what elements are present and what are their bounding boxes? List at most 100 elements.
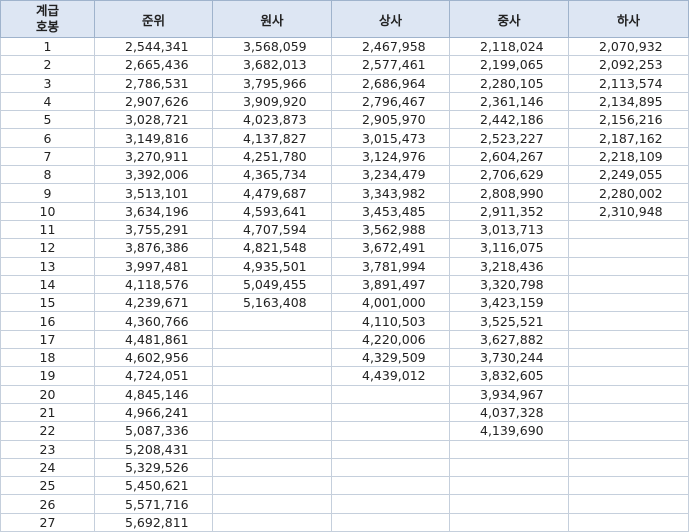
pay-value-cell: 4,137,827 bbox=[212, 128, 332, 148]
pay-value-cell: 2,199,065 bbox=[449, 55, 569, 75]
pay-value-cell: 2,786,531 bbox=[94, 73, 213, 93]
pay-value-cell bbox=[568, 366, 689, 386]
pay-value-cell: 3,627,882 bbox=[449, 329, 569, 350]
pay-value-cell bbox=[449, 494, 569, 514]
pay-value-cell: 3,423,159 bbox=[449, 293, 569, 313]
pay-value-cell: 3,124,976 bbox=[331, 146, 450, 167]
pay-value-cell bbox=[449, 512, 569, 532]
pay-value-cell: 5,049,455 bbox=[212, 274, 332, 295]
pay-value-cell: 2,442,186 bbox=[449, 110, 569, 130]
pay-value-cell: 2,118,024 bbox=[449, 36, 569, 57]
pay-value-cell: 4,707,594 bbox=[212, 219, 332, 240]
pay-value-cell: 2,706,629 bbox=[449, 165, 569, 185]
table-row: 14 4,118,576 5,049,455 3,891,497 3,320,798 bbox=[0, 274, 689, 295]
pay-value-cell: 4,239,671 bbox=[94, 293, 213, 313]
header-row: 계급 호봉 준위 원사 상사 중사 하사 bbox=[0, 0, 689, 38]
pay-value-cell bbox=[331, 421, 450, 441]
pay-value-cell: 3,832,605 bbox=[449, 366, 569, 386]
pay-value-cell: 3,730,244 bbox=[449, 348, 569, 368]
pay-value-cell: 3,672,491 bbox=[331, 238, 450, 258]
pay-value-cell bbox=[568, 476, 689, 496]
column-header-master-sergeant: 상사 bbox=[331, 0, 450, 38]
pay-value-cell: 4,439,012 bbox=[331, 366, 450, 386]
pay-value-cell: 3,634,196 bbox=[94, 201, 213, 221]
pay-value-cell: 5,571,716 bbox=[94, 494, 213, 514]
step-number-cell: 7 bbox=[0, 146, 95, 167]
pay-value-cell: 4,935,501 bbox=[212, 256, 332, 276]
pay-value-cell: 3,513,101 bbox=[94, 183, 213, 203]
table-row: 23 5,208,431 bbox=[0, 439, 689, 459]
table-row: 5 3,028,721 4,023,873 2,905,970 2,442,186 2,1… bbox=[0, 110, 689, 130]
step-number-cell: 14 bbox=[0, 274, 95, 295]
pay-value-cell bbox=[212, 439, 332, 459]
step-number-cell: 19 bbox=[0, 366, 95, 386]
pay-value-cell: 5,329,526 bbox=[94, 457, 213, 478]
table-row: 27 5,692,811 bbox=[0, 512, 689, 532]
pay-value-cell: 5,692,811 bbox=[94, 512, 213, 532]
table-row: 16 4,360,766 4,110,503 3,525,521 bbox=[0, 311, 689, 331]
pay-value-cell: 4,481,861 bbox=[94, 329, 213, 350]
pay-value-cell: 2,280,002 bbox=[568, 183, 689, 203]
pay-value-cell: 2,544,341 bbox=[94, 36, 213, 57]
pay-value-cell: 2,218,109 bbox=[568, 146, 689, 167]
table-row: 8 3,392,006 4,365,734 3,234,479 2,706,629 2,2… bbox=[0, 165, 689, 185]
table-row: 21 4,966,241 4,037,328 bbox=[0, 402, 689, 423]
pay-value-cell bbox=[212, 421, 332, 441]
pay-value-cell: 2,905,970 bbox=[331, 110, 450, 130]
table-row: 12 3,876,386 4,821,548 3,672,491 3,116,075 bbox=[0, 238, 689, 258]
pay-value-cell bbox=[568, 256, 689, 276]
step-number-cell: 13 bbox=[0, 256, 95, 276]
column-header-sergeant-major: 원사 bbox=[212, 0, 332, 38]
step-number-cell: 26 bbox=[0, 494, 95, 514]
pay-value-cell: 5,087,336 bbox=[94, 421, 213, 441]
pay-value-cell: 4,821,548 bbox=[212, 238, 332, 258]
pay-value-cell bbox=[212, 402, 332, 423]
step-number-cell: 23 bbox=[0, 439, 95, 459]
pay-value-cell bbox=[568, 421, 689, 441]
table-row: 3 2,786,531 3,795,966 2,686,964 2,280,105 2,1… bbox=[0, 73, 689, 93]
table-row: 24 5,329,526 bbox=[0, 457, 689, 478]
pay-value-cell: 2,665,436 bbox=[94, 55, 213, 75]
step-number-cell: 18 bbox=[0, 348, 95, 368]
pay-value-cell: 2,808,990 bbox=[449, 183, 569, 203]
pay-value-cell: 3,013,713 bbox=[449, 219, 569, 240]
pay-value-cell bbox=[212, 476, 332, 496]
step-number-cell: 2 bbox=[0, 55, 95, 75]
pay-value-cell: 4,118,576 bbox=[94, 274, 213, 295]
pay-value-cell bbox=[212, 384, 332, 404]
pay-value-cell: 4,593,641 bbox=[212, 201, 332, 221]
step-number-cell: 1 bbox=[0, 36, 95, 57]
pay-table-container: 계급 호봉 준위 원사 상사 중사 하사 1 2,544,341 3,568,059… bbox=[0, 0, 690, 532]
pay-value-cell: 3,934,967 bbox=[449, 384, 569, 404]
pay-value-cell: 4,251,780 bbox=[212, 146, 332, 167]
table-row: 17 4,481,861 4,220,006 3,627,882 bbox=[0, 329, 689, 350]
pay-value-cell: 4,602,956 bbox=[94, 348, 213, 368]
pay-value-cell: 3,781,994 bbox=[331, 256, 450, 276]
table-row: 13 3,997,481 4,935,501 3,781,994 3,218,436 bbox=[0, 256, 689, 276]
pay-value-cell bbox=[331, 402, 450, 423]
pay-value-cell: 2,577,461 bbox=[331, 55, 450, 75]
pay-value-cell: 2,796,467 bbox=[331, 91, 450, 112]
pay-value-cell bbox=[568, 293, 689, 313]
step-number-cell: 16 bbox=[0, 311, 95, 331]
step-number-cell: 6 bbox=[0, 128, 95, 148]
step-number-cell: 12 bbox=[0, 238, 95, 258]
pay-value-cell: 4,110,503 bbox=[331, 311, 450, 331]
column-header-staff-sergeant: 하사 bbox=[568, 0, 689, 38]
table-row: 7 3,270,911 4,251,780 3,124,976 2,604,267 2,2… bbox=[0, 146, 689, 167]
pay-value-cell: 2,523,227 bbox=[449, 128, 569, 148]
pay-value-cell: 3,682,013 bbox=[212, 55, 332, 75]
pay-value-cell bbox=[212, 366, 332, 386]
pay-value-cell: 2,092,253 bbox=[568, 55, 689, 75]
pay-value-cell bbox=[568, 439, 689, 459]
pay-value-cell bbox=[568, 348, 689, 368]
pay-value-cell bbox=[331, 476, 450, 496]
step-number-cell: 25 bbox=[0, 476, 95, 496]
pay-value-cell: 3,562,988 bbox=[331, 219, 450, 240]
pay-value-cell bbox=[568, 219, 689, 240]
step-number-cell: 17 bbox=[0, 329, 95, 350]
pay-value-cell: 2,686,964 bbox=[331, 73, 450, 93]
pay-value-cell: 2,280,105 bbox=[449, 73, 569, 93]
pay-value-cell bbox=[568, 512, 689, 532]
pay-value-cell: 3,909,920 bbox=[212, 91, 332, 112]
